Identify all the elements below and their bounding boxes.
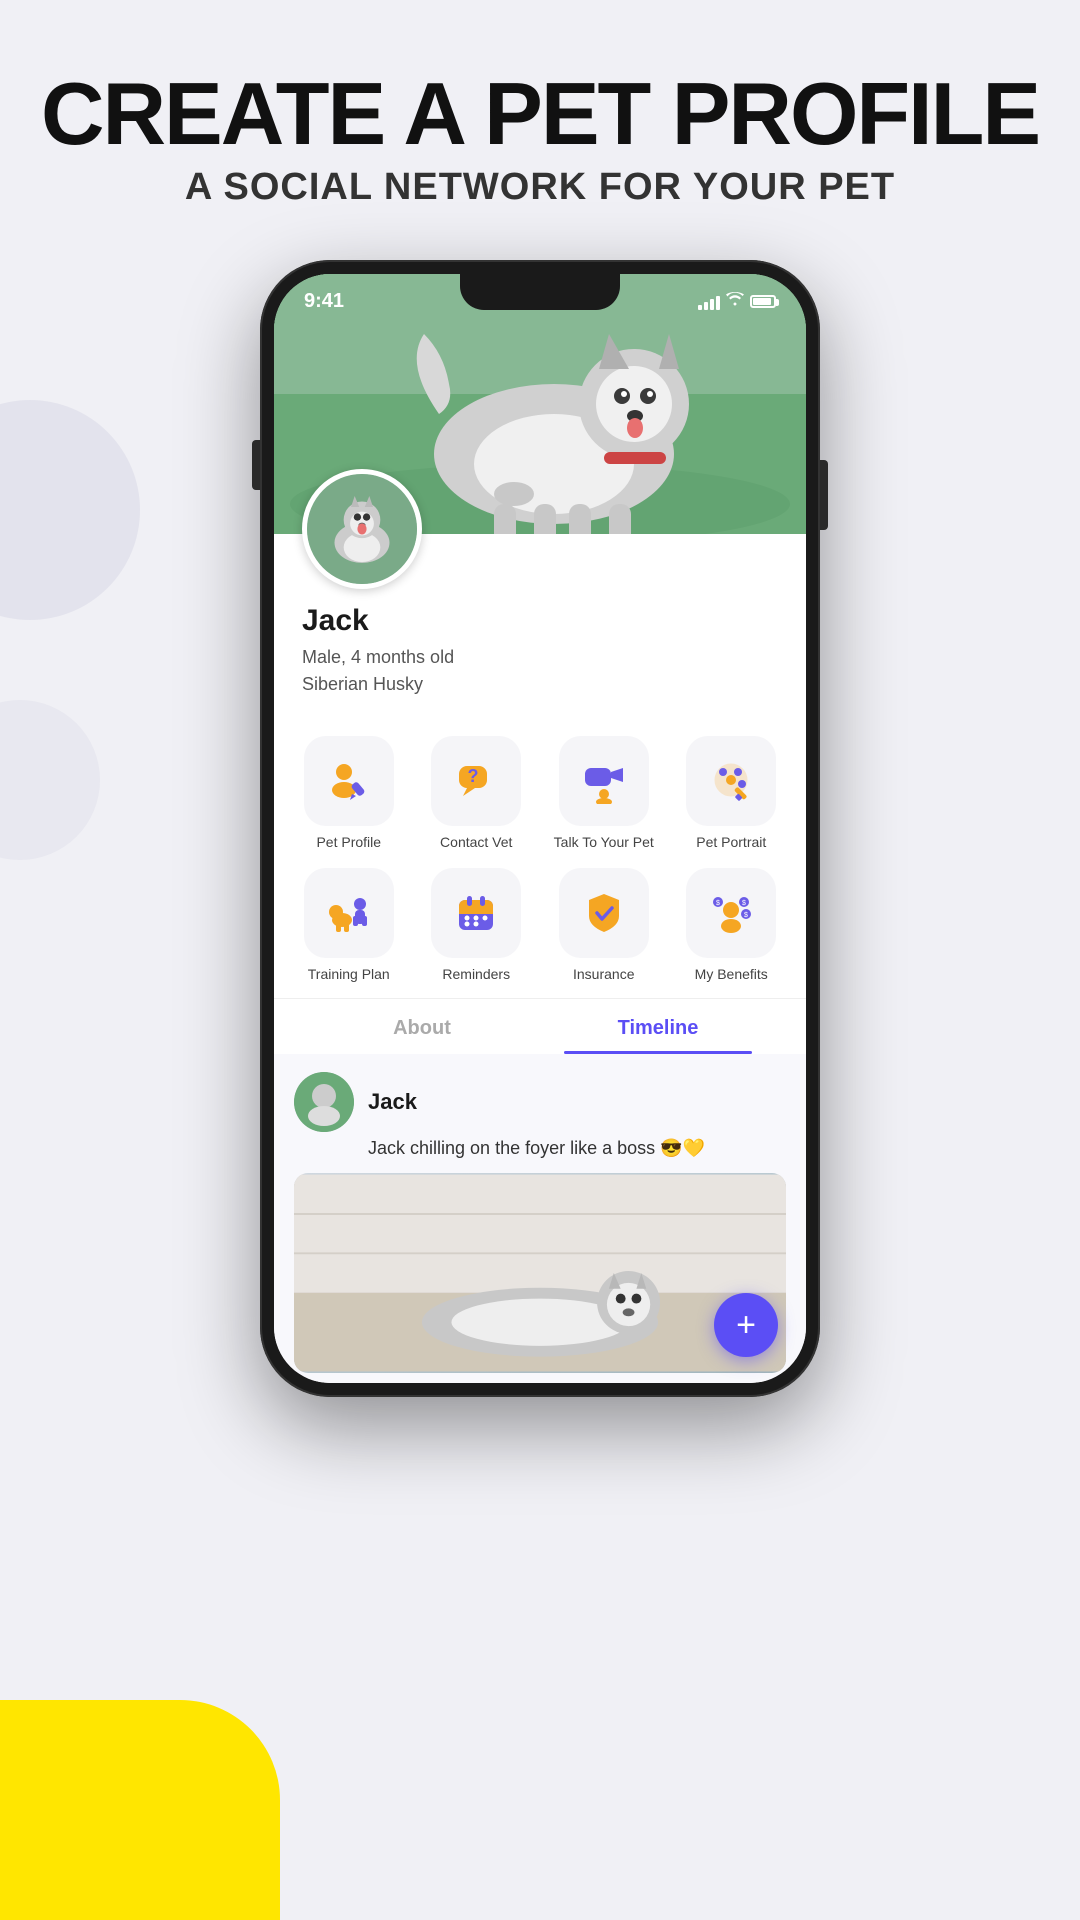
svg-text:$: $ [742,900,746,907]
feature-pet-portrait-label: Pet Portrait [696,834,766,850]
phone-notch [460,274,620,310]
benefits-icon-box: $ $ $ [686,868,776,958]
battery-icon [750,295,776,308]
bg-decoration-circle1 [0,400,140,620]
features-row-1: Pet Profile ? Contact Vet [274,718,806,860]
feature-talk-pet-label: Talk To Your Pet [554,834,654,850]
tabs-section: About Timeline [274,998,806,1054]
pet-portrait-icon-box [686,736,776,826]
feature-pet-profile[interactable]: Pet Profile [290,736,408,850]
page-subtitle: A SOCIAL NETWORK FOR YOUR PET [0,166,1080,209]
post-author-name: Jack [368,1089,417,1115]
header-section: CREATE A PET PROFILE A SOCIAL NETWORK FO… [0,0,1080,249]
phone-screen: 9:41 [274,274,806,1383]
pet-details: Male, 4 months old Siberian Husky [302,644,778,698]
feature-talk-pet[interactable]: Talk To Your Pet [545,736,663,850]
phone-outer-frame: 9:41 [260,260,820,1397]
pet-avatar [302,469,422,589]
feature-contact-vet-label: Contact Vet [440,834,512,850]
feature-benefits-label: My Benefits [695,966,768,982]
svg-text:$: $ [744,912,748,919]
feature-training[interactable]: Training Plan [290,868,408,982]
post-image [294,1173,786,1373]
talk-pet-icon-box [559,736,649,826]
feature-reminders-label: Reminders [442,966,510,982]
feature-pet-portrait[interactable]: Pet Portrait [673,736,791,850]
post-caption: Jack chilling on the foyer like a boss 😎… [368,1138,786,1159]
contact-vet-icon-box: ? [431,736,521,826]
phone-mockup: 9:41 [260,260,820,1397]
feature-pet-profile-label: Pet Profile [316,834,381,850]
tab-timeline[interactable]: Timeline [540,999,776,1054]
insurance-icon-box [559,868,649,958]
svg-text:?: ? [468,766,479,786]
status-time: 9:41 [304,290,344,313]
fab-add-button[interactable]: + [714,1293,778,1357]
training-icon-box [304,868,394,958]
feature-reminders[interactable]: Reminders [418,868,536,982]
bg-decoration-circle2 [0,700,100,860]
pet-profile-icon-box [304,736,394,826]
page-title: CREATE A PET PROFILE [0,70,1080,158]
svg-text:$: $ [716,900,720,907]
feature-contact-vet[interactable]: ? Contact Vet [418,736,536,850]
feature-insurance-label: Insurance [573,966,634,982]
feature-insurance[interactable]: Insurance [545,868,663,982]
post-author-avatar [294,1072,354,1132]
reminders-icon-box [431,868,521,958]
wifi-icon [726,292,744,311]
tab-about[interactable]: About [304,999,540,1054]
post-header: Jack [294,1072,786,1132]
features-row-2: Training Plan [274,860,806,998]
status-icons [698,292,776,311]
feature-benefits[interactable]: $ $ $ My Benefits [673,868,791,982]
profile-section: Jack Male, 4 months old Siberian Husky [274,534,806,718]
feature-training-label: Training Plan [308,966,390,982]
bg-decoration-yellow [0,1700,280,1920]
signal-icon [698,294,720,310]
